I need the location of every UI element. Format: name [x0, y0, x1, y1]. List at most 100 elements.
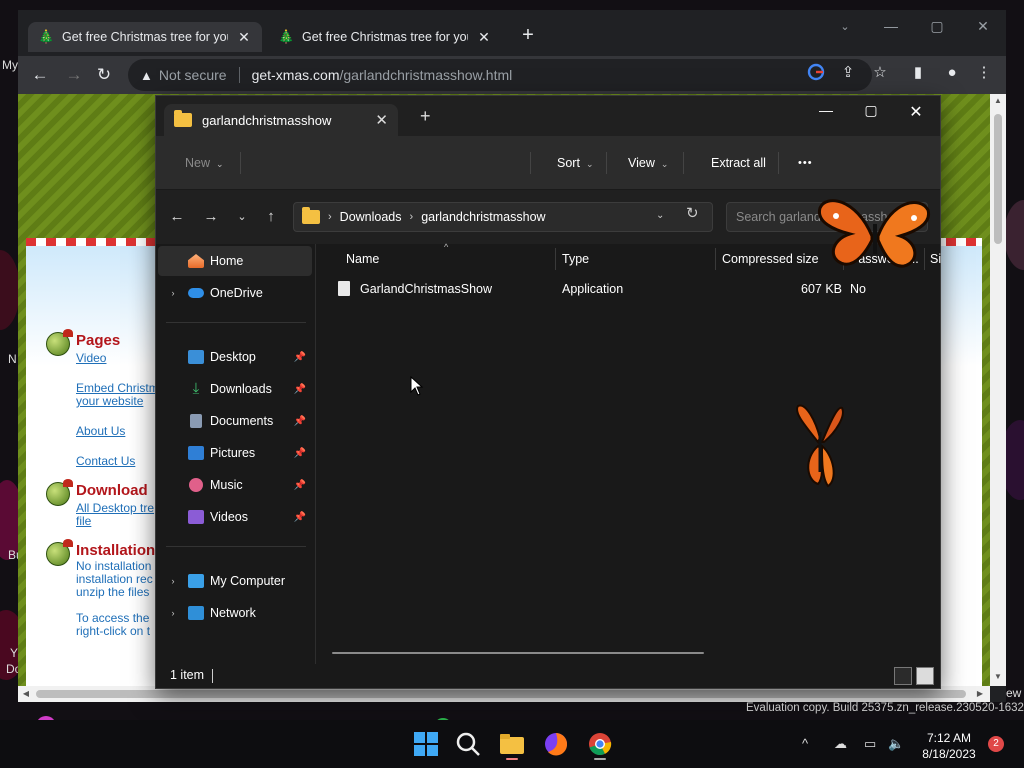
list-horizontal-scrollbar[interactable]	[332, 652, 704, 654]
expand-chevron-icon[interactable]: ›	[164, 576, 182, 586]
side-panel-icon[interactable]: ▮	[908, 63, 928, 83]
recent-chevron-icon[interactable]: ⌄	[230, 206, 254, 228]
back-arrow-icon[interactable]: ←	[27, 62, 53, 88]
close-window-icon[interactable]: ✕	[896, 102, 936, 122]
share-icon[interactable]: ⇪	[838, 63, 858, 83]
onedrive-offline-icon[interactable]: ☁	[834, 736, 847, 752]
minimize-icon[interactable]: —	[876, 18, 906, 34]
address-dropdown-icon[interactable]: ⌄	[656, 210, 664, 221]
close-tab-icon[interactable]: ✕	[375, 111, 388, 129]
tray-chevron-up-icon[interactable]: ^	[802, 736, 808, 751]
search-icon[interactable]	[452, 728, 484, 760]
pin-icon[interactable]: 📌	[294, 512, 306, 523]
forward-arrow-icon[interactable]: →	[199, 206, 223, 228]
nav-item-music[interactable]: Music 📌	[158, 470, 312, 500]
scrollbar-thumb[interactable]	[994, 114, 1002, 244]
link-embed-2[interactable]: your website	[76, 395, 143, 408]
network-status-icon[interactable]: ▭	[864, 736, 876, 752]
details-view-icon[interactable]	[894, 667, 912, 685]
nav-item-downloads[interactable]: ⤓ Downloads 📌	[158, 374, 312, 404]
pin-icon[interactable]: 📌	[294, 384, 306, 395]
column-header-size[interactable]: Compressed size	[722, 244, 819, 274]
nav-item-pictures[interactable]: Pictures 📌	[158, 438, 312, 468]
explorer-address-bar[interactable]: › Downloads › garlandchristmasshow	[293, 202, 713, 232]
close-tab-icon[interactable]: ✕	[476, 29, 492, 46]
breadcrumb-downloads[interactable]: Downloads	[340, 210, 402, 224]
scroll-right-icon[interactable]: ▶	[972, 686, 988, 702]
refresh-icon[interactable]: ↻	[686, 204, 699, 222]
navigation-pane: Home › OneDrive Desktop 📌 ⤓ Downloads 📌 …	[156, 244, 316, 664]
firefox-icon[interactable]	[540, 728, 572, 760]
file-explorer-icon[interactable]	[496, 728, 528, 760]
back-arrow-icon[interactable]: ←	[165, 206, 189, 228]
pin-icon[interactable]: 📌	[294, 448, 306, 459]
close-window-icon[interactable]: ✕	[968, 18, 998, 35]
tiles-view-icon[interactable]	[916, 667, 934, 685]
column-header-name[interactable]: Name	[346, 244, 379, 274]
bookmark-star-icon[interactable]: ☆	[870, 63, 890, 83]
minimize-icon[interactable]: —	[806, 102, 846, 118]
link-about[interactable]: About Us	[76, 425, 125, 438]
scrollbar-thumb[interactable]	[36, 690, 966, 698]
menu-kebab-icon[interactable]: ⋮	[974, 63, 994, 83]
new-tab-button[interactable]: +	[516, 24, 540, 48]
maximize-icon[interactable]: ▢	[851, 102, 891, 119]
warning-triangle-icon[interactable]: ▲	[140, 68, 153, 83]
browser-tab-2[interactable]: 🎄 Get free Christmas tree for your d ✕	[268, 22, 502, 52]
chrome-icon[interactable]	[584, 728, 616, 760]
nav-item-videos[interactable]: Videos 📌	[158, 502, 312, 532]
sort-button[interactable]: Sort ⌄	[557, 136, 593, 190]
nav-item-onedrive[interactable]: › OneDrive	[158, 278, 312, 308]
new-button[interactable]: New ⌄	[185, 136, 224, 190]
google-lens-icon[interactable]	[806, 63, 826, 83]
pin-icon[interactable]: 📌	[294, 416, 306, 427]
pin-icon[interactable]: 📌	[294, 480, 306, 491]
explorer-tab[interactable]: garlandchristmasshow ✕	[164, 104, 398, 136]
link-video[interactable]: Video	[76, 352, 106, 365]
vertical-scrollbar[interactable]: ▲ ▼	[990, 94, 1006, 686]
notification-badge[interactable]: 2	[988, 736, 1004, 752]
browser-tab-1[interactable]: 🎄 Get free Christmas tree for your d ✕	[28, 22, 262, 52]
expand-chevron-icon[interactable]: ›	[164, 288, 182, 298]
scroll-left-icon[interactable]: ◀	[18, 686, 34, 702]
table-row[interactable]: GarlandChristmasShow Application 607 KB …	[330, 276, 930, 302]
forward-arrow-icon[interactable]: →	[61, 62, 87, 88]
security-label[interactable]: Not secure	[159, 67, 227, 83]
link-file[interactable]: file	[76, 515, 91, 528]
nav-item-home[interactable]: Home	[158, 246, 312, 276]
link-contact[interactable]: Contact Us	[76, 455, 135, 468]
new-tab-icon[interactable]: +	[420, 106, 431, 127]
address-bar[interactable]: ▲ Not secure get-xmas.com/garlandchristm…	[128, 59, 872, 91]
horizontal-scrollbar[interactable]: ◀ ▶	[18, 686, 990, 702]
windows-start-icon[interactable]	[410, 728, 442, 760]
maximize-icon[interactable]: ▢	[922, 18, 952, 35]
column-divider[interactable]	[555, 248, 556, 270]
column-divider[interactable]	[715, 248, 716, 270]
nav-item-desktop[interactable]: Desktop 📌	[158, 342, 312, 372]
system-clock[interactable]: 7:12 AM 8/18/2023	[914, 730, 984, 762]
text-caret	[212, 669, 213, 683]
volume-icon[interactable]: 🔈	[888, 736, 904, 752]
nav-item-documents[interactable]: Documents 📌	[158, 406, 312, 436]
more-options-button[interactable]: •••	[798, 136, 813, 190]
profile-icon[interactable]: ●	[942, 63, 962, 83]
taskbar: ^ ☁ ▭ 🔈 7:12 AM 8/18/2023 2	[0, 720, 1024, 768]
expand-chevron-icon[interactable]: ›	[164, 608, 182, 618]
reload-icon[interactable]: ↻	[91, 62, 117, 88]
nav-item-my-computer[interactable]: › My Computer	[158, 566, 312, 596]
nav-item-network[interactable]: › Network	[158, 598, 312, 628]
pin-icon[interactable]: 📌	[294, 352, 306, 363]
section-heading: Installation	[76, 542, 156, 559]
browser-toolbar: ← → ↻ ▲ Not secure get-xmas.com/garlandc…	[18, 56, 1006, 94]
breadcrumb-folder[interactable]: garlandchristmasshow	[421, 210, 545, 224]
scroll-up-icon[interactable]: ▲	[990, 96, 1006, 105]
close-tab-icon[interactable]: ✕	[236, 29, 252, 46]
up-arrow-icon[interactable]: ↑	[259, 206, 283, 228]
view-button[interactable]: View ⌄	[628, 136, 668, 190]
scroll-down-icon[interactable]: ▼	[990, 672, 1006, 681]
column-header-type[interactable]: Type	[562, 244, 589, 274]
nav-label: Music	[210, 478, 243, 492]
ornament-icon	[46, 539, 73, 566]
extract-all-button[interactable]: Extract all	[711, 136, 766, 190]
tab-search-icon[interactable]: ⌄	[830, 20, 860, 33]
